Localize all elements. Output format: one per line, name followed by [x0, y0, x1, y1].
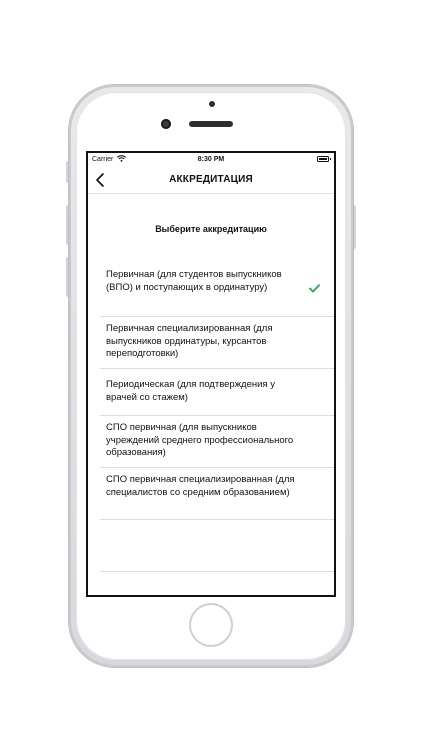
battery-icon: [317, 156, 331, 162]
list-item[interactable]: Первичная специализированная (для выпуск…: [100, 317, 334, 369]
front-camera: [161, 119, 171, 129]
checkmark-icon: [309, 284, 320, 293]
accreditation-list: Первичная (для студентов выпускников (ВП…: [100, 264, 334, 572]
empty-list-row: [100, 520, 334, 572]
option-label: Периодическая (для подтверждения у враче…: [106, 379, 275, 403]
phone-screen: Carrier 8:30 PM АККРЕДИТАЦИЯ Выберите ак…: [86, 151, 336, 597]
status-time: 8:30 PM: [197, 156, 225, 163]
page-title: АККРЕДИТАЦИЯ: [169, 174, 253, 185]
option-label: СПО первичная (для выпускников учреждени…: [106, 422, 294, 458]
option-label: Первичная (для студентов выпускников (ВП…: [106, 269, 282, 293]
list-item[interactable]: СПО первичная (для выпускников учреждени…: [100, 416, 334, 468]
home-button[interactable]: [189, 603, 233, 647]
proximity-sensor: [209, 101, 215, 107]
list-item[interactable]: СПО первичная специализированная (для сп…: [100, 468, 334, 520]
app-store-screenshot: Carrier 8:30 PM АККРЕДИТАЦИЯ Выберите ак…: [0, 0, 422, 750]
option-label: СПО первичная специализированная (для сп…: [106, 474, 295, 498]
status-bar: Carrier 8:30 PM: [88, 153, 334, 167]
navigation-bar: АККРЕДИТАЦИЯ: [88, 167, 334, 194]
list-item[interactable]: Первичная (для студентов выпускников (ВП…: [100, 264, 334, 317]
selection-prompt: Выберите аккредитацию: [155, 224, 267, 234]
earpiece-speaker: [189, 121, 233, 127]
list-item[interactable]: Периодическая (для подтверждения у враче…: [100, 369, 334, 416]
option-label: Первичная специализированная (для выпуск…: [106, 323, 273, 359]
